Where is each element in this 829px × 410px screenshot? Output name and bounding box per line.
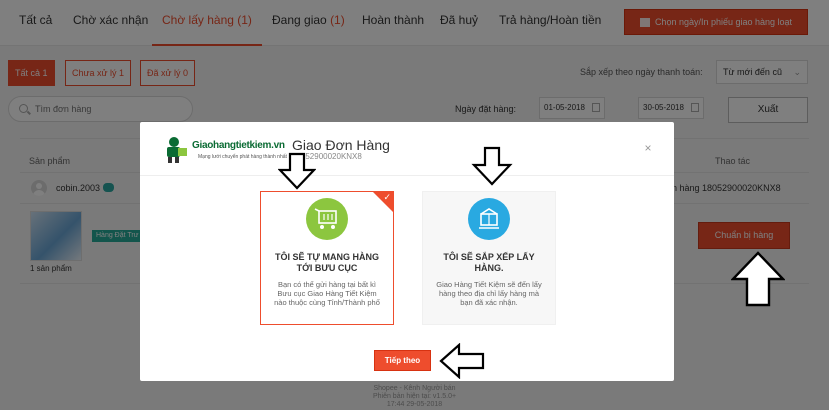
arrow-left-icon [439,343,485,379]
pickup-box-icon [468,198,510,240]
modal-header: Giaohangtietkiem.vn Mạng lưới chuyển phá… [140,122,674,176]
next-button[interactable]: Tiếp theo [374,350,431,371]
option-title: TÔI SẼ SẮP XẾP LẤY HÀNG. [443,252,535,273]
cart-icon [306,198,348,240]
close-icon[interactable]: × [642,142,654,154]
option-pickup[interactable]: TÔI SẼ SẮP XẾP LẤY HÀNG. Giao Hàng Tiết … [422,191,556,325]
option-self-dropoff[interactable]: TÔI SẼ TỰ MANG HÀNG TỚI BƯU CỤC Bạn có t… [260,191,394,325]
delivery-modal: Giaohangtietkiem.vn Mạng lưới chuyển phá… [140,122,674,381]
arrow-up-icon [731,251,785,307]
checkmark-icon: ✓ [383,192,391,202]
option-title: TÔI SẼ TỰ MANG HÀNG TỚI BƯU CỤC [275,252,379,273]
arrow-down-icon [471,146,513,186]
logo-tagline: Mạng lưới chuyển phát hàng thành nhất [198,154,287,160]
courier-icon [167,137,187,163]
option-description: Bạn có thể gửi hàng tại bất kì Bưu cục G… [274,280,380,307]
modal-title: Giao Đơn Hàng [292,137,390,153]
option-description: Giao Hàng Tiết Kiệm sẽ đến lấy hàng theo… [436,280,542,307]
logo-title: Giaohangtietkiem.vn [192,140,285,151]
ghtk-logo: Giaohangtietkiem.vn Mạng lưới chuyển phá… [162,135,287,165]
arrow-down-icon [278,152,316,190]
